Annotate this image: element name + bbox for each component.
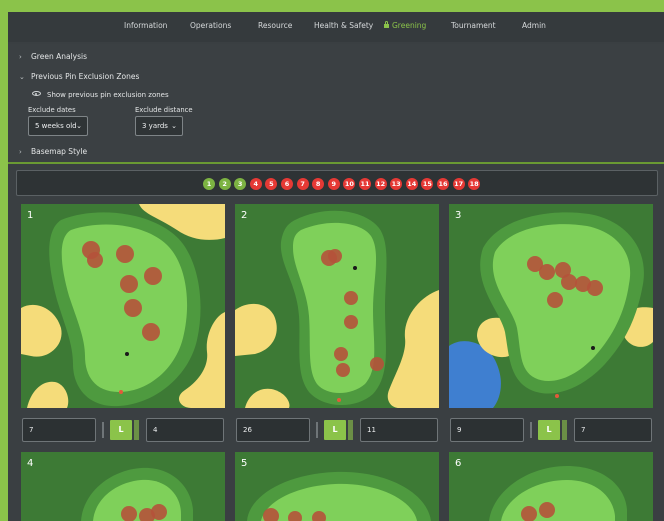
section-basemap-style-label: Basemap Style (31, 147, 88, 156)
section-green-analysis[interactable]: › Green Analysis (19, 52, 87, 61)
nav-health-safety[interactable]: Health & Safety (314, 21, 373, 30)
top-nav: Information Operations Resource Health &… (8, 12, 664, 42)
hole-button-2[interactable]: 2 (218, 178, 231, 190)
chevron-down-icon: ⌄ (76, 122, 82, 130)
nav-resource[interactable]: Resource (258, 21, 292, 30)
nav-information[interactable]: Information (124, 21, 167, 30)
layout-toggle-edge (562, 420, 567, 440)
hole-button-8[interactable]: 8 (312, 178, 325, 190)
exclude-dates-label: Exclude dates (28, 106, 76, 114)
hole-card-2[interactable]: 2 (235, 204, 439, 408)
card-number: 4 (27, 458, 34, 469)
nav-greening[interactable]: Greening (384, 21, 426, 30)
card-number: 5 (241, 458, 248, 469)
section-green-analysis-label: Green Analysis (31, 52, 87, 61)
layout-toggle-edge (348, 420, 353, 440)
hole-card-6[interactable]: 6 (449, 452, 653, 521)
hole-button-10[interactable]: 10 (343, 178, 356, 190)
section-previous-pin[interactable]: ⌄ Previous Pin Exclusion Zones (19, 72, 139, 81)
hole-button-6[interactable]: 6 (281, 178, 293, 190)
hole-button-14[interactable]: 14 (405, 178, 418, 190)
exclude-dates-value: 5 weeks old (35, 122, 77, 130)
hole-button-11[interactable]: 11 (359, 178, 371, 190)
chevron-down-icon: ⌄ (19, 73, 25, 81)
green-map-4 (21, 452, 225, 521)
nav-tournament[interactable]: Tournament (451, 21, 496, 30)
hole-button-15[interactable]: 15 (421, 178, 434, 190)
app-frame: Information Operations Resource Health &… (8, 12, 664, 521)
hole-button-5[interactable]: 5 (265, 178, 278, 190)
exclude-distance-label: Exclude distance (135, 106, 193, 114)
card-number: 2 (241, 210, 248, 221)
card-number: 3 (455, 210, 462, 221)
hole-button-18[interactable]: 18 (468, 178, 481, 190)
chevron-right-icon: › (19, 53, 22, 61)
panel-divider (8, 162, 664, 164)
right-value-field[interactable]: 7 (574, 418, 652, 442)
nav-admin[interactable]: Admin (522, 21, 546, 30)
layout-toggle-button[interactable]: L (324, 420, 346, 440)
layout-toggle-edge (134, 420, 139, 440)
lock-icon (384, 21, 389, 28)
right-value-field[interactable]: 4 (146, 418, 224, 442)
card-number: 6 (455, 458, 462, 469)
card-controls-1: 7 L 4 (22, 418, 224, 442)
hole-button-9[interactable]: 9 (327, 178, 340, 190)
left-value-field[interactable]: 9 (450, 418, 524, 442)
hole-button-4[interactable]: 4 (249, 178, 262, 190)
section-previous-pin-label: Previous Pin Exclusion Zones (31, 72, 140, 81)
card-number: 1 (27, 210, 34, 221)
show-previous-toggle[interactable]: Show previous pin exclusion zones (32, 91, 169, 99)
card-controls-3: 9 L 7 (450, 418, 652, 442)
green-map-6 (449, 452, 653, 521)
hole-button-13[interactable]: 13 (390, 178, 403, 190)
hole-selector: 1 2 3 4 5 6 7 8 9 10 11 12 13 14 15 16 17 18 (16, 170, 658, 196)
hole-button-1[interactable]: 1 (203, 178, 215, 190)
control-separator (102, 422, 104, 438)
green-map-1 (21, 204, 225, 408)
nav-greening-label: Greening (392, 21, 427, 30)
hole-button-17[interactable]: 17 (452, 178, 465, 190)
green-map-2 (235, 204, 439, 408)
hole-button-16[interactable]: 16 (437, 178, 449, 190)
exclude-dates-select[interactable]: 5 weeks old ⌄ (28, 116, 88, 136)
hole-button-3[interactable]: 3 (234, 178, 247, 190)
left-value-field[interactable]: 7 (22, 418, 96, 442)
exclude-distance-value: 3 yards (142, 122, 168, 130)
layout-toggle-button[interactable]: L (538, 420, 560, 440)
control-separator (316, 422, 318, 438)
section-basemap-style[interactable]: › Basemap Style (19, 147, 87, 156)
green-map-3 (449, 204, 653, 408)
card-controls-2: 26 L 11 (236, 418, 438, 442)
hole-card-5[interactable]: 5 (235, 452, 439, 521)
chevron-right-icon: › (19, 148, 22, 156)
hole-card-4[interactable]: 4 (21, 452, 225, 521)
green-map-5 (235, 452, 439, 521)
eye-icon (32, 91, 41, 96)
hole-card-3[interactable]: 3 (449, 204, 653, 408)
control-separator (530, 422, 532, 438)
layout-toggle-button[interactable]: L (110, 420, 132, 440)
exclude-distance-select[interactable]: 3 yards ⌄ (135, 116, 183, 136)
hole-card-1[interactable]: 1 (21, 204, 225, 408)
options-panel: › Green Analysis ⌄ Previous Pin Exclusion … (8, 44, 664, 162)
nav-operations[interactable]: Operations (190, 21, 231, 30)
show-previous-label: Show previous pin exclusion zones (47, 91, 169, 99)
hole-button-7[interactable]: 7 (296, 178, 309, 190)
left-value-field[interactable]: 26 (236, 418, 310, 442)
hole-button-12[interactable]: 12 (374, 178, 387, 190)
right-value-field[interactable]: 11 (360, 418, 438, 442)
chevron-down-icon: ⌄ (171, 122, 177, 130)
